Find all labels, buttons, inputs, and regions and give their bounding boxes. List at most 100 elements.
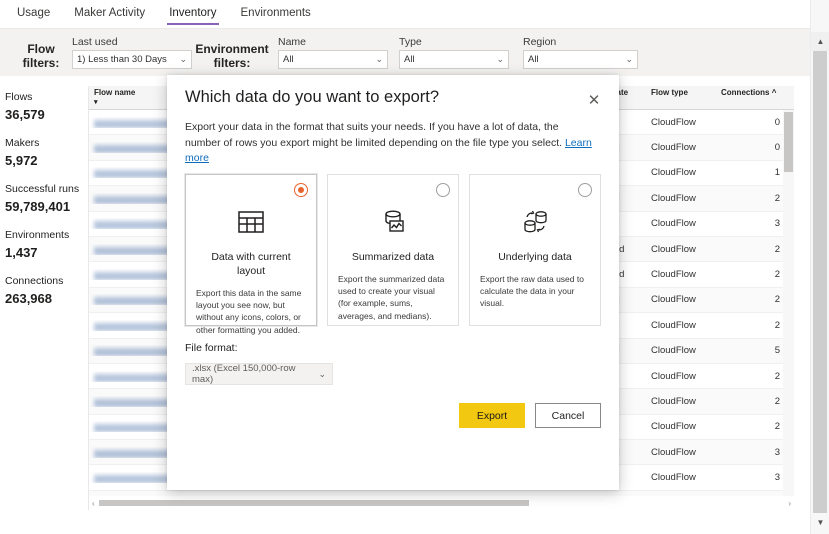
page-scrollbar[interactable]: ▲ ▼ [810, 0, 829, 534]
column-header-flow-type[interactable]: Flow type [646, 88, 716, 97]
radio-button-selected[interactable] [294, 183, 308, 197]
flow-name-link[interactable]: xxxxxxxxxxxxxxxx [94, 167, 170, 178]
type-dropdown[interactable]: All ⌄ [399, 50, 509, 69]
file-format-value: .xlsx (Excel 150,000-row max) [192, 363, 296, 385]
table-vertical-scrollbar[interactable] [783, 110, 794, 496]
file-format-dropdown[interactable]: .xlsx (Excel 150,000-row max) ⌄ [185, 363, 333, 385]
column-header-connections[interactable]: Connections ^ [716, 88, 794, 97]
flow-name-link[interactable]: xxxxxxxxxxxxxxxx [94, 421, 170, 432]
column-label: Flow name [94, 88, 136, 97]
kpi-label: Flows [5, 91, 33, 103]
option-card-underlying-data[interactable]: Underlying data Export the raw data used… [469, 174, 601, 326]
flow-name-link[interactable]: xxxxxxxxxxxxxxxx [94, 142, 170, 153]
flow-filters-label: Flow filters: [10, 42, 72, 70]
option-card-title: Data with current layout [211, 251, 291, 277]
scroll-left-arrow[interactable]: ‹ [92, 499, 95, 508]
close-icon[interactable]: ✕ [581, 87, 607, 113]
flow-name-link[interactable]: xxxxxxxxxxxxxxxx [94, 447, 170, 458]
dropdown-value: All [404, 54, 415, 65]
cell-flow-type: CloudFlow [651, 345, 696, 357]
filter-caption: Name [278, 36, 307, 48]
file-format-label: File format: [185, 342, 238, 354]
cell-flow-type: CloudFlow [651, 472, 696, 484]
tab-label: Inventory [169, 7, 217, 19]
chevron-down-icon: ⌄ [318, 368, 326, 379]
flow-name-link[interactable]: xxxxxxxxxxxxxxxx [94, 472, 170, 483]
page-scroll-thumb[interactable] [813, 51, 827, 513]
kpi-label: Environments [5, 229, 70, 241]
flow-name-link[interactable]: xxxxxxxxxxxxxxxx [94, 269, 170, 280]
option-card-data-with-current-layout[interactable]: Data with current layout Export this dat… [185, 174, 317, 335]
option-card-title: Summarized data [351, 251, 435, 263]
radio-button-unselected[interactable] [578, 183, 592, 197]
dropdown-value: All [283, 54, 294, 65]
cell-flow-type: CloudFlow [651, 142, 696, 154]
kpi-value: 36,579 [5, 107, 45, 122]
sort-ascending-icon: ^ [771, 88, 777, 97]
cell-flow-type: CloudFlow [651, 395, 696, 407]
dialog-title: Which data do you want to export? [185, 88, 440, 106]
cell-flow-type: CloudFlow [651, 319, 696, 331]
tab-maker-activity[interactable]: Maker Activity [63, 3, 156, 25]
database-sync-icon [480, 200, 590, 244]
flow-name-link[interactable]: xxxxxxxxxxxxxxxx [94, 218, 170, 229]
tab-usage[interactable]: Usage [6, 3, 61, 25]
cell-flow-type: CloudFlow [651, 269, 696, 281]
dialog-description-text: Export your data in the format that suit… [185, 121, 565, 149]
chevron-down-icon: ⌄ [625, 54, 633, 64]
cell-flow-type: CloudFlow [651, 294, 696, 306]
cell-flow-type: CloudFlow [651, 243, 696, 255]
cell-flow-type: CloudFlow [651, 446, 696, 458]
scroll-thumb[interactable] [99, 500, 529, 506]
flow-name-link[interactable]: xxxxxxxxxxxxxxxx [94, 117, 170, 128]
option-card-summarized-data[interactable]: Summarized data Export the summarized da… [327, 174, 459, 326]
chevron-down-icon: ⌄ [496, 54, 504, 64]
flow-name-link[interactable]: xxxxxxxxxxxxxxxx [94, 244, 170, 255]
tab-label: Usage [17, 7, 51, 19]
kpi-flows: Flows 36,579 [5, 90, 85, 124]
cell-flow-type: CloudFlow [651, 421, 696, 433]
tab-inventory[interactable]: Inventory [158, 3, 227, 25]
flow-name-link[interactable]: xxxxxxxxxxxxxxxx [94, 345, 170, 356]
kpi-summary-panel: Flows 36,579 Makers 5,972 Successful run… [5, 90, 85, 320]
kpi-label: Makers [5, 137, 40, 149]
export-button[interactable]: Export [459, 403, 525, 428]
cell-flow-type: CloudFlow [651, 167, 696, 179]
scroll-down-arrow-icon[interactable]: ▼ [811, 513, 829, 532]
column-label: Connections [721, 88, 770, 97]
flow-name-link[interactable]: xxxxxxxxxxxxxxxx [94, 294, 170, 305]
scroll-right-arrow[interactable]: › [788, 499, 791, 508]
flow-name-link[interactable]: xxxxxxxxxxxxxxxx [94, 320, 170, 331]
flow-name-link[interactable]: xxxxxxxxxxxxxxxx [94, 396, 170, 407]
top-tab-bar: Usage Maker Activity Inventory Environme… [0, 0, 810, 28]
last-used-dropdown[interactable]: 1) Less than 30 Days ⌄ [72, 50, 192, 69]
filter-caption: Type [399, 36, 422, 48]
flow-name-link[interactable]: xxxxxxxxxxxxxxxx [94, 371, 170, 382]
scroll-up-arrow-icon[interactable]: ▲ [811, 32, 829, 51]
filter-bar: Flow filters: Last used 1) Less than 30 … [0, 28, 810, 76]
cancel-button[interactable]: Cancel [535, 403, 601, 428]
kpi-value: 5,972 [5, 153, 38, 168]
filter-last-used: Last used 1) Less than 30 Days ⌄ [72, 36, 192, 69]
tab-label: Maker Activity [74, 7, 146, 19]
option-card-description: Export the raw data used to calculate th… [480, 274, 584, 309]
kpi-value: 263,968 [5, 291, 52, 306]
filter-region: Region All ⌄ [523, 36, 638, 69]
flow-name-link[interactable]: xxxxxxxxxxxxxxxx [94, 193, 170, 204]
radio-button-unselected[interactable] [436, 183, 450, 197]
tab-label: Environments [240, 7, 311, 19]
tab-environments[interactable]: Environments [230, 3, 322, 25]
export-data-dialog: Which data do you want to export? ✕ Expo… [167, 75, 619, 490]
cell-flow-type: CloudFlow [651, 192, 696, 204]
name-dropdown[interactable]: All ⌄ [278, 50, 388, 69]
flow-filters-label-line1: Flow [27, 42, 55, 56]
kpi-makers: Makers 5,972 [5, 136, 85, 170]
table-horizontal-scrollbar[interactable]: ‹ › [89, 496, 794, 510]
filter-caption: Region [523, 36, 557, 48]
column-label: Flow type [651, 88, 688, 97]
flow-filters-label-line2: filters: [22, 56, 60, 70]
region-dropdown[interactable]: All ⌄ [523, 50, 638, 69]
app-root: Usage Maker Activity Inventory Environme… [0, 0, 829, 534]
scroll-thumb[interactable] [784, 112, 793, 172]
option-card-title: Underlying data [498, 251, 572, 263]
